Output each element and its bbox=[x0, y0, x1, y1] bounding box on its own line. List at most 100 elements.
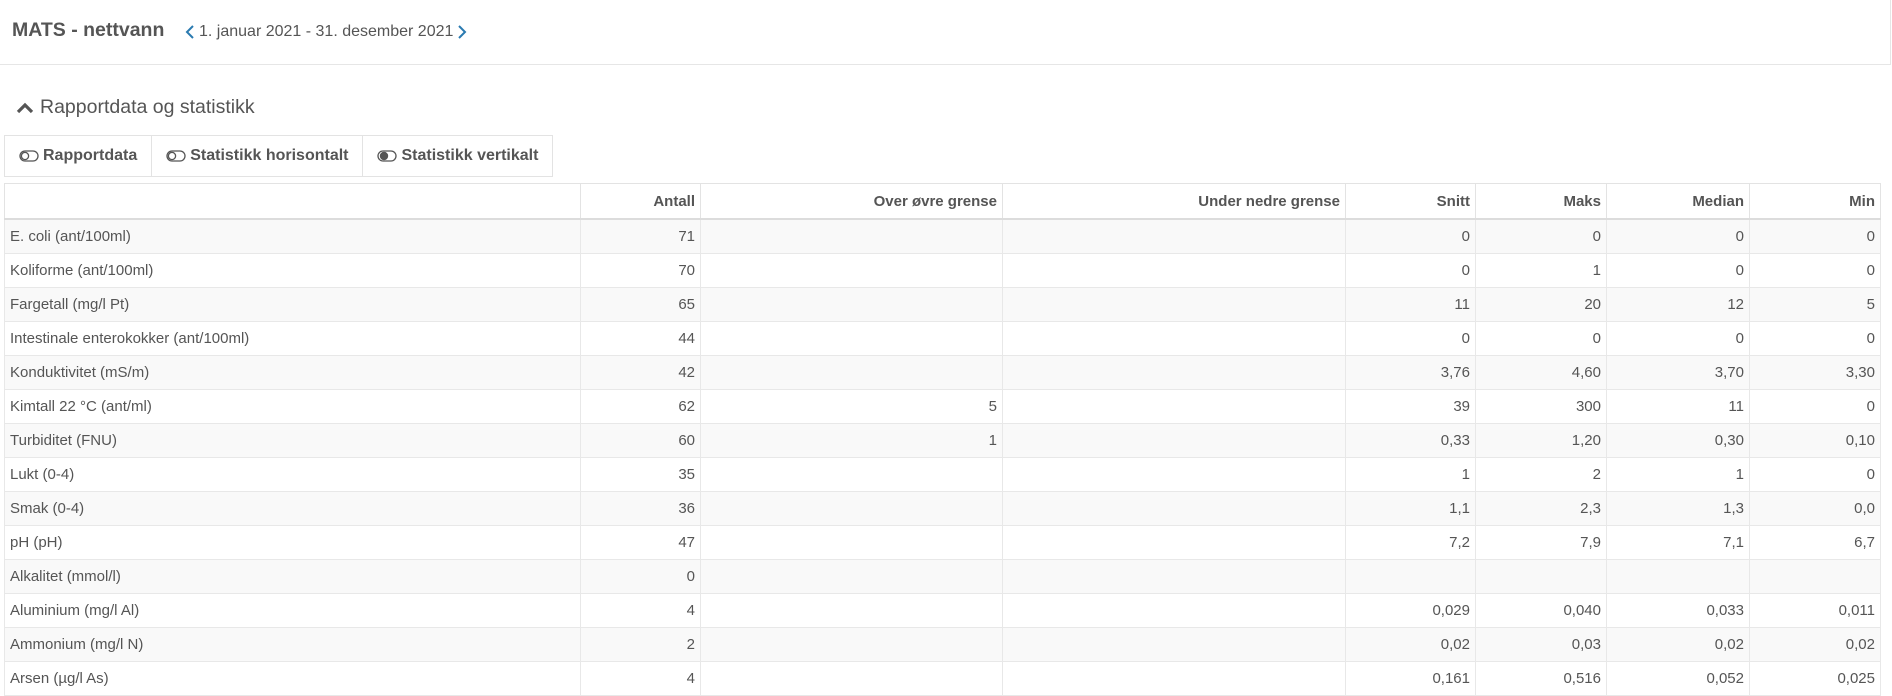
under-grense-cell bbox=[1002, 321, 1346, 356]
page-title: MATS - nettvann bbox=[12, 19, 165, 41]
snitt-cell: 0,161 bbox=[1345, 661, 1476, 696]
over-grense-cell bbox=[700, 661, 1003, 696]
over-grense-cell bbox=[700, 457, 1003, 492]
under-grense-cell bbox=[1002, 593, 1346, 628]
chevron-up-icon bbox=[16, 102, 34, 113]
toggle-on-icon bbox=[377, 150, 398, 162]
under-grense-cell bbox=[1002, 423, 1346, 458]
table-row: Konduktivitet (mS/m) 42 3,76 4,60 3,70 3,30 bbox=[4, 355, 1881, 390]
section-toggle[interactable]: Rapportdata og statistikk bbox=[16, 96, 255, 119]
over-grense-cell bbox=[700, 253, 1003, 288]
over-grense-cell bbox=[700, 287, 1003, 322]
antall-cell: 36 bbox=[580, 491, 701, 526]
over-grense-cell bbox=[700, 321, 1003, 356]
min-cell: 0,0 bbox=[1749, 491, 1881, 526]
antall-cell: 4 bbox=[580, 661, 701, 696]
maks-cell: 0,03 bbox=[1475, 627, 1607, 662]
parameter-cell: Alkalitet (mmol/l) bbox=[4, 559, 581, 594]
under-grense-cell bbox=[1002, 457, 1346, 492]
antall-cell: 71 bbox=[580, 218, 701, 254]
column-header-over-grense: Over øvre grense bbox=[700, 183, 1003, 220]
maks-cell: 300 bbox=[1475, 389, 1607, 424]
toggle-off-icon bbox=[166, 150, 186, 162]
snitt-cell: 0,33 bbox=[1345, 423, 1476, 458]
antall-cell: 0 bbox=[580, 559, 701, 594]
parameter-cell: Konduktivitet (mS/m) bbox=[4, 355, 581, 390]
view-toggle-group: Rapportdata Statistikk horisontalt Stati… bbox=[4, 135, 554, 177]
over-grense-cell bbox=[700, 355, 1003, 390]
snitt-cell: 11 bbox=[1345, 287, 1476, 322]
table-row: Arsen (µg/l As) 4 0,161 0,516 0,052 0,025 bbox=[4, 661, 1881, 696]
maks-cell: 4,60 bbox=[1475, 355, 1607, 390]
parameter-cell: Kimtall 22 °C (ant/ml) bbox=[4, 389, 581, 424]
column-header-parameter bbox=[4, 183, 581, 220]
over-grense-cell bbox=[700, 491, 1003, 526]
table-row: Smak (0-4) 36 1,1 2,3 1,3 0,0 bbox=[4, 491, 1881, 526]
over-grense-cell bbox=[700, 627, 1003, 662]
antall-cell: 60 bbox=[580, 423, 701, 458]
min-cell: 0,025 bbox=[1749, 661, 1881, 696]
table-row: pH (pH) 47 7,2 7,9 7,1 6,7 bbox=[4, 525, 1881, 560]
antall-cell: 65 bbox=[580, 287, 701, 322]
snitt-cell bbox=[1345, 559, 1476, 594]
section-title: Rapportdata og statistikk bbox=[40, 96, 255, 118]
parameter-cell: Koliforme (ant/100ml) bbox=[4, 253, 581, 288]
antall-cell: 35 bbox=[580, 457, 701, 492]
under-grense-cell bbox=[1002, 559, 1346, 594]
page-header: MATS - nettvann 1. januar 2021 - 31. des… bbox=[0, 0, 1891, 65]
median-cell: 0 bbox=[1606, 253, 1750, 288]
min-cell: 0 bbox=[1749, 253, 1881, 288]
table-row: Kimtall 22 °C (ant/ml) 62 5 39 300 11 0 bbox=[4, 389, 1881, 424]
median-cell: 3,70 bbox=[1606, 355, 1750, 390]
maks-cell: 2,3 bbox=[1475, 491, 1607, 526]
parameter-cell: Ammonium (mg/l N) bbox=[4, 627, 581, 662]
maks-cell: 20 bbox=[1475, 287, 1607, 322]
table-row: Alkalitet (mmol/l) 0 bbox=[4, 559, 1881, 594]
min-cell: 0,10 bbox=[1749, 423, 1881, 458]
median-cell: 0,033 bbox=[1606, 593, 1750, 628]
parameter-cell: Lukt (0-4) bbox=[4, 457, 581, 492]
parameter-cell: Smak (0-4) bbox=[4, 491, 581, 526]
under-grense-cell bbox=[1002, 253, 1346, 288]
median-cell: 1 bbox=[1606, 457, 1750, 492]
snitt-cell: 3,76 bbox=[1345, 355, 1476, 390]
toggle-statistikk-vertikalt[interactable]: Statistikk vertikalt bbox=[363, 136, 552, 176]
maks-cell: 0 bbox=[1475, 218, 1607, 254]
chevron-right-icon[interactable] bbox=[455, 22, 469, 42]
min-cell: 0 bbox=[1749, 321, 1881, 356]
parameter-cell: Turbiditet (FNU) bbox=[4, 423, 581, 458]
min-cell: 6,7 bbox=[1749, 525, 1881, 560]
toggle-statistikk-horisontalt[interactable]: Statistikk horisontalt bbox=[152, 136, 364, 176]
maks-cell: 1 bbox=[1475, 253, 1607, 288]
period-selector: 1. januar 2021 - 31. desember 2021 bbox=[183, 22, 469, 42]
antall-cell: 44 bbox=[580, 321, 701, 356]
column-header-median: Median bbox=[1606, 183, 1750, 220]
table-row: Ammonium (mg/l N) 2 0,02 0,03 0,02 0,02 bbox=[4, 627, 1881, 662]
median-cell: 0 bbox=[1606, 321, 1750, 356]
over-grense-cell bbox=[700, 593, 1003, 628]
snitt-cell: 0 bbox=[1345, 253, 1476, 288]
snitt-cell: 1 bbox=[1345, 457, 1476, 492]
antall-cell: 2 bbox=[580, 627, 701, 662]
under-grense-cell bbox=[1002, 389, 1346, 424]
toggle-rapportdata[interactable]: Rapportdata bbox=[5, 136, 153, 176]
median-cell: 0 bbox=[1606, 218, 1750, 254]
min-cell: 0,02 bbox=[1749, 627, 1881, 662]
maks-cell: 7,9 bbox=[1475, 525, 1607, 560]
antall-cell: 4 bbox=[580, 593, 701, 628]
parameter-cell: Aluminium (mg/l Al) bbox=[4, 593, 581, 628]
median-cell bbox=[1606, 559, 1750, 594]
min-cell: 0 bbox=[1749, 389, 1881, 424]
column-header-under-grense: Under nedre grense bbox=[1002, 183, 1346, 220]
table-row: Aluminium (mg/l Al) 4 0,029 0,040 0,033 0,011 bbox=[4, 593, 1881, 628]
column-header-min: Min bbox=[1749, 183, 1881, 220]
under-grense-cell bbox=[1002, 491, 1346, 526]
under-grense-cell bbox=[1002, 525, 1346, 560]
maks-cell: 1,20 bbox=[1475, 423, 1607, 458]
chevron-left-icon[interactable] bbox=[183, 22, 197, 42]
table-body: E. coli (ant/100ml) 71 0 0 0 0 Koliforme (ant/… bbox=[4, 218, 1881, 696]
over-grense-cell bbox=[700, 525, 1003, 560]
maks-cell: 2 bbox=[1475, 457, 1607, 492]
column-header-maks: Maks bbox=[1475, 183, 1607, 220]
under-grense-cell bbox=[1002, 627, 1346, 662]
